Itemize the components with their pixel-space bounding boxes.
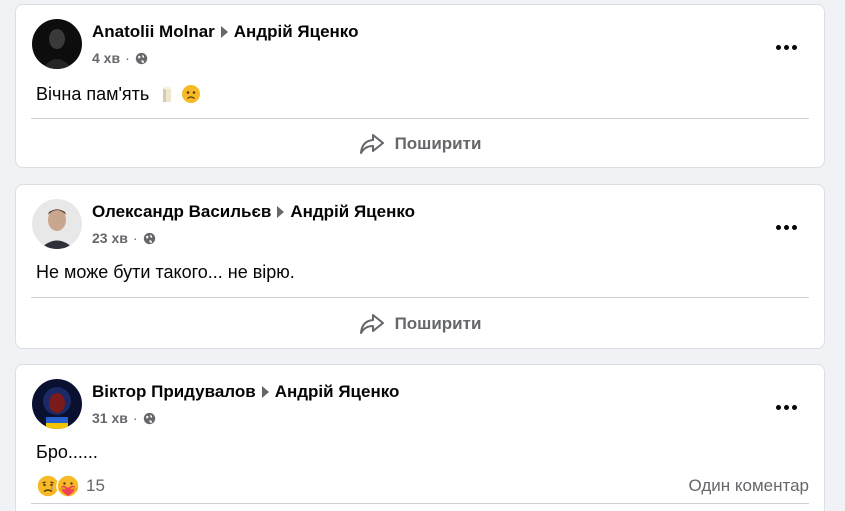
post-card: Віктор Придувалов Андрій Яценко 31 хв · … xyxy=(15,364,825,511)
share-label: Поширити xyxy=(394,134,482,153)
globe-icon xyxy=(135,52,147,64)
more-options-button[interactable] xyxy=(768,389,804,425)
post-time[interactable]: 23 хв xyxy=(92,230,128,246)
share-icon xyxy=(359,314,384,334)
post-header: Anatolii Molnar Андрій Яценко 4 хв · xyxy=(16,5,824,77)
meta-separator: · xyxy=(125,50,130,66)
target-name[interactable]: Андрій Яценко xyxy=(234,22,359,42)
reactions-summary[interactable]: 15 xyxy=(36,474,105,498)
post-time[interactable]: 31 хв xyxy=(92,410,128,426)
post-author-line: Олександр Васильєв Андрій Яценко xyxy=(92,202,415,222)
post-text-content: Бро...... xyxy=(36,442,98,462)
reaction-count: 15 xyxy=(86,476,105,495)
avatar[interactable] xyxy=(32,19,82,69)
post-author-line: Віктор Придувалов Андрій Яценко xyxy=(92,382,399,402)
post-card: Олександр Васильєв Андрій Яценко 23 хв ·… xyxy=(15,184,825,349)
author-name[interactable]: Олександр Васильєв xyxy=(92,202,271,222)
feed: Anatolii Molnar Андрій Яценко 4 хв · Віч… xyxy=(0,0,845,511)
post-text-content: Не може бути такого... не вірю. xyxy=(36,262,295,282)
author-name[interactable]: Anatolii Molnar xyxy=(92,22,215,42)
post-card: Anatolii Molnar Андрій Яценко 4 хв · Віч… xyxy=(15,4,825,168)
post-meta: 4 хв · xyxy=(92,50,148,66)
arrow-right-icon xyxy=(261,386,269,398)
meta-separator: · xyxy=(132,410,138,426)
divider xyxy=(31,297,809,298)
avatar[interactable] xyxy=(32,379,82,429)
arrow-right-icon xyxy=(277,206,285,218)
more-options-button[interactable] xyxy=(768,29,804,65)
post-meta: 23 хв · xyxy=(92,230,156,246)
divider xyxy=(31,503,809,504)
post-text: Не може бути такого... не вірю. xyxy=(16,257,824,287)
divider xyxy=(31,118,809,119)
share-button[interactable]: Поширити xyxy=(31,302,809,346)
post-text: Вічна пам'ять xyxy=(16,79,824,109)
reactions-row: 15 Один коментар xyxy=(36,471,809,501)
post-text-content: Вічна пам'ять xyxy=(36,84,150,104)
globe-icon xyxy=(143,412,155,424)
target-name[interactable]: Андрій Яценко xyxy=(290,202,415,222)
arrow-right-icon xyxy=(220,26,228,38)
target-name[interactable]: Андрій Яценко xyxy=(275,382,400,402)
sad-face-emoji-icon xyxy=(182,85,201,103)
post-time[interactable]: 4 хв xyxy=(92,50,120,66)
share-icon xyxy=(359,134,384,154)
share-label: Поширити xyxy=(394,314,482,333)
avatar[interactable] xyxy=(32,199,82,249)
share-button[interactable]: Поширити xyxy=(31,122,809,166)
care-reaction-icon xyxy=(56,474,80,498)
comments-count-link[interactable]: Один коментар xyxy=(689,476,810,496)
post-meta: 31 хв · xyxy=(92,410,156,426)
globe-icon xyxy=(143,232,155,244)
author-name[interactable]: Віктор Придувалов xyxy=(92,382,256,402)
more-options-button[interactable] xyxy=(768,209,804,245)
post-header: Олександр Васильєв Андрій Яценко 23 хв · xyxy=(16,185,824,257)
meta-separator: · xyxy=(132,230,138,246)
candle-emoji-icon xyxy=(163,86,172,102)
post-author-line: Anatolii Molnar Андрій Яценко xyxy=(92,22,358,42)
post-text: Бро...... xyxy=(16,437,824,467)
post-header: Віктор Придувалов Андрій Яценко 31 хв · xyxy=(16,365,824,437)
